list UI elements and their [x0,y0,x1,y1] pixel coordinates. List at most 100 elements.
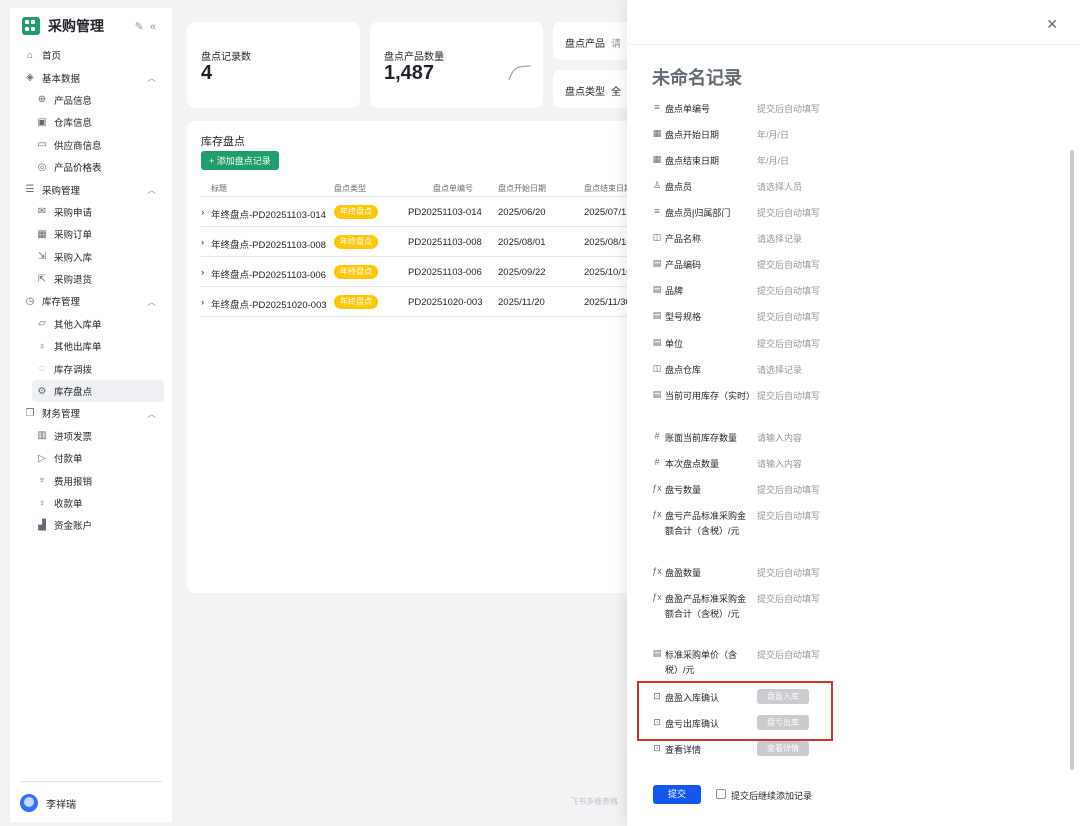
filter-product-label: 盘点产品 [565,39,605,50]
submit-button[interactable]: 提交 [653,785,701,804]
nav-receipt[interactable]: ♀ 收款单 [10,492,172,514]
stock-check-table-card: 库存盘点 + 添加盘点记录 标题 盘点类型 盘点单编号 盘点开始日期 盘点结束日… [187,121,657,593]
nav-expense[interactable]: ♆ 费用报销 [10,469,172,491]
row-end-date: 2025/08/15 [584,237,632,248]
highlight-box [637,681,833,741]
table-row[interactable]: › 年终盘点-PD20251103-008 年终盘点 PD20251103-00… [201,227,657,257]
globe-icon: ⊕ [37,94,47,106]
calendar-icon: ▦ [652,154,662,164]
app-title: 采购管理 [48,18,104,34]
nav-other-inbound[interactable]: ▱ 其他入库单 [10,313,172,335]
row-code: PD20251020-003 [408,297,483,308]
continue-checkbox-label[interactable]: 提交后继续添加记录 [731,789,812,802]
chevron-up-icon: ︿ [146,185,156,196]
divider [627,44,1080,45]
lookup-icon: ▤ [652,310,662,320]
trophy-icon: ♆ [38,475,46,487]
nav-supplier-info[interactable]: ▭ 供应商信息 [10,134,172,156]
nav-input-invoice[interactable]: ▥ 进项发票 [10,425,172,447]
sidebar: 采购管理 ✎« ⌂ 首页 ◈ 基本数据 ︿ ⊕ 产品信息 ▣ 仓库信息 ▭ 供应商信息 ◎ 产… [10,8,172,822]
nav-fund-account[interactable]: ▟ 资金账户 [10,514,172,536]
nav-warehouse-info[interactable]: ▣ 仓库信息 [10,111,172,133]
nav-purchase-order[interactable]: ▦ 采购订单 [10,223,172,245]
lookup-icon: ▤ [652,389,662,399]
lookup-icon: ▤ [652,284,662,294]
list-icon: ☰ [25,184,35,196]
return-icon: ⇱ [37,273,47,285]
stat-card-record-count: 盘点记录数 4 [187,22,360,108]
nav-purchase-inbound[interactable]: ⇲ 采购入库 [10,246,172,268]
avatar [20,794,38,812]
nav-product-info[interactable]: ⊕ 产品信息 [10,89,172,111]
row-title: 年终盘点-PD20251103-006 [211,270,326,281]
row-end-date: 2025/11/30 [584,297,631,308]
stat-card-product-qty: 盘点产品数量 1,487 [370,22,543,108]
column-header[interactable]: 盘点单编号 [433,183,473,194]
filter-product-input[interactable]: 请 [611,39,621,50]
nav-price-list[interactable]: ◎ 产品价格表 [10,156,172,178]
row-code: PD20251103-014 [408,207,482,218]
table-row[interactable]: › 年终盘点-PD20251103-014 年终盘点 PD20251103-01… [201,197,657,227]
nav-stock-check[interactable]: ⚙ 库存盘点 [32,379,164,403]
add-record-button[interactable]: + 添加盘点记录 [201,151,279,170]
expand-chevron-icon[interactable]: › [201,237,204,248]
person-icon: ♙ [652,180,662,190]
nav-other-outbound[interactable]: ♁ 其他出库单 [10,335,172,357]
view-details-button[interactable]: 查看详情 [757,741,809,756]
nav-group-purchase[interactable]: ☰ 采购管理 ︿ [10,178,172,200]
number-icon: # [654,457,660,467]
row-code: PD20251103-006 [408,267,482,278]
nav-group-inventory[interactable]: ◷ 库存管理 ︿ [10,290,172,312]
column-header[interactable]: 盘点类型 [334,183,366,194]
expand-chevron-icon[interactable]: › [201,207,204,218]
footer-hint: 飞书多维表格 [570,797,618,806]
formula-icon: ƒx [652,509,662,519]
nav-purchase-request[interactable]: ✉ 采购申请 [10,201,172,223]
column-header[interactable]: 盘点结束日期 [584,183,632,194]
barcode-icon: ▥ [37,430,47,442]
filter-type-select[interactable]: 全 [611,87,621,98]
formula-icon: ƒx [652,592,662,602]
table-title: 库存盘点 [201,136,245,148]
continue-checkbox[interactable] [716,789,726,799]
column-header[interactable]: 标题 [211,183,227,194]
expand-chevron-icon[interactable]: › [201,297,204,308]
nav-home[interactable]: ⌂ 首页 [10,44,172,66]
table-row[interactable]: › 年终盘点-PD20251020-003 年终盘点 PD20251020-00… [201,287,657,317]
chevron-up-icon: ︿ [146,408,156,419]
inbound-icon: ⇲ [37,251,47,263]
table-header: 标题 盘点类型 盘点单编号 盘点开始日期 盘点结束日期 [201,177,657,197]
collapse-icon[interactable]: « [150,21,162,33]
stat-value: 4 [201,62,213,84]
edit-icon[interactable]: ✎ [135,21,150,33]
link-record-icon: ◫ [652,363,662,373]
filter-type-label: 盘点类型 [565,87,605,98]
scrollbar[interactable] [1070,150,1074,770]
copy-icon: ❐ [25,407,35,419]
stat-value: 1,487 [384,62,435,84]
number-icon: # [654,431,660,441]
nav-group-finance[interactable]: ❐ 财务管理 ︿ [10,402,172,424]
row-title: 年终盘点-PD20251020-003 [211,300,327,311]
home-icon: ⌂ [26,49,34,61]
pin-icon: ♁ [38,340,46,352]
close-icon[interactable]: ✕ [1046,16,1058,33]
table-row[interactable]: › 年终盘点-PD20251103-006 年终盘点 PD20251103-00… [201,257,657,287]
payment-icon: ▷ [38,452,46,464]
nav-group-basic-data[interactable]: ◈ 基本数据 ︿ [10,66,172,88]
nav-purchase-return[interactable]: ⇱ 采购退货 [10,268,172,290]
app-header: 采购管理 ✎« [10,8,172,44]
nav-payment[interactable]: ▷ 付款单 [10,447,172,469]
layers-icon: ◈ [26,72,34,84]
row-title: 年终盘点-PD20251103-008 [211,240,326,251]
calendar-icon: ▦ [37,228,47,240]
expand-chevron-icon[interactable]: › [201,267,204,278]
row-end-date: 2025/07/12 [584,207,632,218]
user-profile[interactable]: 李祥瑞 [20,781,162,812]
warehouse-icon: ▣ [37,116,47,128]
sidebar-tools[interactable]: ✎« [135,20,162,33]
column-header[interactable]: 盘点开始日期 [498,183,546,194]
row-start-date: 2025/09/22 [498,267,546,278]
nav-stock-transfer[interactable]: ◌ 库存调拨 [10,357,172,379]
drawer-title: 未命名记录 [652,68,742,88]
